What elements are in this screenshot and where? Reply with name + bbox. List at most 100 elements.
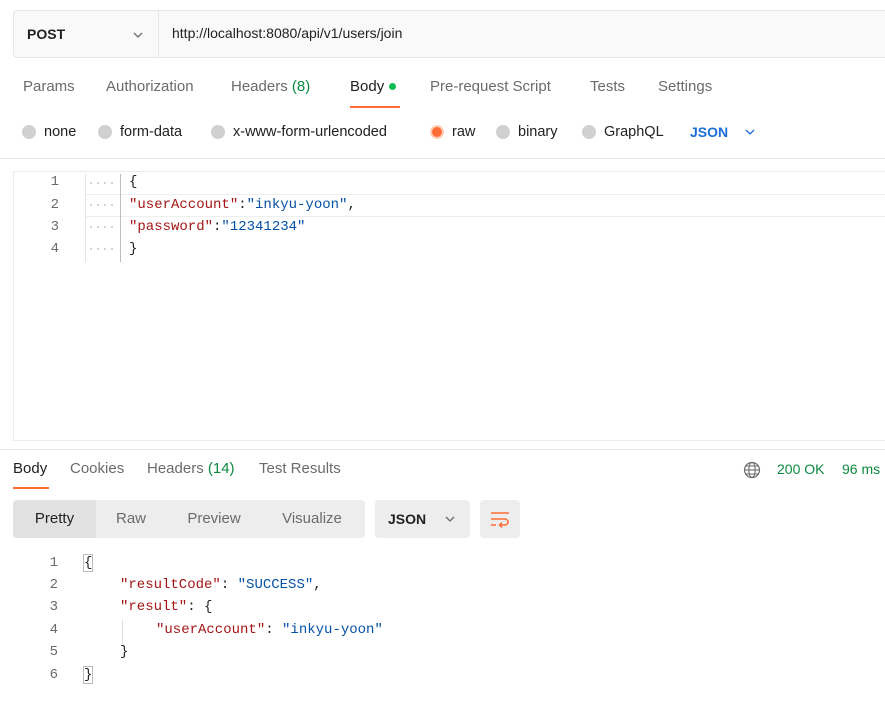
json-string: "inkyu-yoon" [246,197,348,213]
body-format-label: JSON [690,124,729,140]
radio-raw-label: raw [452,124,476,140]
json-string: "inkyu-yoon" [282,622,383,638]
method-dropdown[interactable]: POST [14,11,159,57]
request-tabs: Params Authorization Headers (8) Body Pr… [0,78,885,108]
radio-none-label: none [44,124,77,140]
tab-headers-label: Headers [231,78,288,95]
code-line: "result": { [120,599,212,615]
json-key: "password" [129,219,214,235]
code-line: "password":"12341234" [129,219,305,235]
body-type-selector: none form-data x-www-form-urlencoded raw… [0,124,885,146]
open-brace: { [204,599,213,615]
url-input[interactable]: http://localhost:8080/api/v1/users/join [172,25,402,41]
tab-body[interactable]: Body [350,78,397,95]
line-number: 4 [50,241,59,257]
radio-circle-icon [98,125,112,139]
response-tab-headers-label: Headers [147,460,204,477]
radio-selected-icon [430,125,444,139]
json-key: "result" [120,599,188,615]
radio-none[interactable]: none [22,124,76,140]
active-tab-indicator [350,106,400,108]
line-number: 1 [50,174,59,190]
line-number: 4 [49,622,58,638]
view-pretty-button[interactable]: Pretty [13,500,96,538]
radio-raw[interactable]: raw [430,124,475,140]
response-tab-test-results[interactable]: Test Results [259,460,341,477]
whitespace-dots [90,182,113,250]
tab-headers-count: (8) [291,78,311,95]
response-tab-headers[interactable]: Headers (14) [147,460,235,477]
line-number: 5 [49,644,58,660]
chevron-down-icon [133,32,143,38]
body-format-dropdown[interactable]: JSON [690,124,756,140]
indent-guide [122,620,123,644]
tab-prerequest-script[interactable]: Pre-request Script [430,78,551,95]
active-response-tab-indicator [13,487,49,489]
comma: , [313,577,322,593]
wrap-lines-icon [491,512,509,528]
colon: : [238,197,247,213]
status-code[interactable]: 200 OK [777,461,824,477]
colon: : [187,599,205,615]
chevron-down-icon [445,516,455,522]
radio-circle-icon [496,125,510,139]
json-string: "SUCCESS" [237,577,314,593]
radio-graphql-label: GraphQL [604,124,664,140]
tab-authorization[interactable]: Authorization [106,78,194,95]
code-line: "userAccount": "inkyu-yoon" [156,622,383,638]
close-brace: } [129,241,138,257]
response-tab-body[interactable]: Body [13,460,47,477]
tab-body-label: Body [350,78,385,95]
response-format-dropdown[interactable]: JSON [375,500,470,538]
radio-urlencoded-label: x-www-form-urlencoded [233,124,387,140]
json-key: "resultCode" [120,577,221,593]
view-raw-button[interactable]: Raw [96,500,166,538]
method-label: POST [27,26,66,42]
radio-form-data[interactable]: form-data [98,124,182,140]
json-string: "12341234" [221,219,306,235]
radio-circle-icon [22,125,36,139]
line-number: 2 [50,197,59,213]
wrap-lines-button[interactable] [480,500,520,538]
line-number: 1 [49,555,58,571]
radio-form-data-label: form-data [120,124,183,140]
line-number: 3 [50,219,59,235]
comma: , [347,197,356,213]
response-time[interactable]: 96 ms [842,461,880,477]
tab-headers[interactable]: Headers (8) [231,78,310,95]
view-visualize-button[interactable]: Visualize [266,500,358,538]
radio-circle-icon [582,125,596,139]
open-brace: { [82,554,94,572]
divider [0,158,885,159]
line-number: 6 [49,667,58,683]
open-brace: { [129,174,138,190]
colon: : [220,577,238,593]
radio-graphql[interactable]: GraphQL [582,124,664,140]
view-preview-button[interactable]: Preview [171,500,257,538]
json-key: "userAccount" [129,197,239,213]
colon: : [265,622,283,638]
radio-binary[interactable]: binary [496,124,558,140]
radio-binary-label: binary [518,124,558,140]
globe-icon[interactable] [743,461,761,479]
request-url-bar: POST [13,10,885,58]
response-tab-cookies[interactable]: Cookies [70,460,124,477]
json-key: "userAccount" [156,622,266,638]
response-format-label: JSON [388,511,427,527]
chevron-down-icon [745,129,755,135]
tab-settings[interactable]: Settings [658,78,712,95]
radio-urlencoded[interactable]: x-www-form-urlencoded [211,124,387,140]
tab-params[interactable]: Params [23,78,75,95]
close-brace: } [82,666,94,684]
line-number: 3 [49,599,58,615]
modified-dot-icon [389,82,397,90]
close-brace: } [120,644,129,660]
divider [0,449,885,450]
tab-tests[interactable]: Tests [590,78,625,95]
radio-circle-icon [211,125,225,139]
code-line: "userAccount":"inkyu-yoon", [129,197,356,213]
code-line: "resultCode": "SUCCESS", [120,577,322,593]
indent-guide [120,174,121,262]
response-tab-headers-count: (14) [207,460,235,477]
indent-guide [85,174,86,262]
